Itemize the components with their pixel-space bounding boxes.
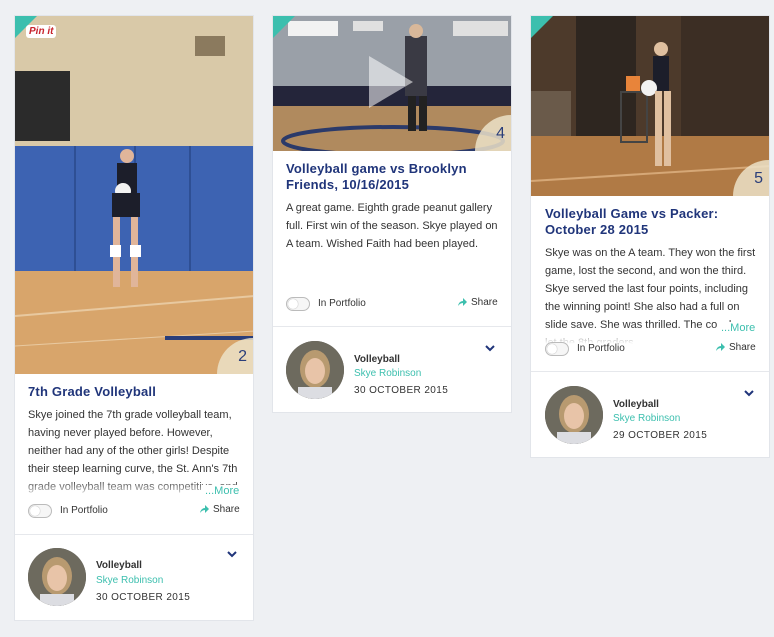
post-title[interactable]: Volleyball Game vs Packer: October 28 20… <box>545 206 760 238</box>
post-author[interactable]: Skye Robinson <box>613 413 680 424</box>
portfolio-label: In Portfolio <box>577 343 625 354</box>
pin-it-button[interactable]: Pin it <box>26 25 57 38</box>
post-date: 30 OCTOBER 2015 <box>96 592 191 603</box>
post-title[interactable]: Volleyball game vs Brooklyn Friends, 10/… <box>286 161 501 193</box>
portfolio-toggle[interactable] <box>545 342 569 356</box>
post-photo[interactable]: 5 <box>531 16 769 196</box>
card-divider <box>15 534 253 535</box>
avatar-image <box>545 386 603 444</box>
share-label: Share <box>471 297 498 308</box>
card-divider <box>531 371 769 372</box>
gym-photo <box>15 16 253 374</box>
avatar[interactable] <box>545 386 603 444</box>
portfolio-toggle[interactable] <box>28 504 52 518</box>
avatar[interactable] <box>28 548 86 606</box>
post-card-1[interactable]: Pin it 2 7th Grade Volleyball Skye joine… <box>14 15 254 621</box>
post-author[interactable]: Skye Robinson <box>96 575 163 586</box>
post-photo[interactable]: Pin it 2 <box>15 16 253 374</box>
play-icon[interactable] <box>361 54 417 110</box>
share-button[interactable]: Share <box>715 342 756 353</box>
portfolio-label: In Portfolio <box>318 298 366 309</box>
more-link[interactable]: ...More <box>717 322 756 334</box>
post-category: Volleyball <box>613 399 659 410</box>
gym-photo <box>531 16 769 196</box>
share-icon <box>458 297 467 306</box>
corner-tag-icon <box>273 16 295 38</box>
share-icon <box>716 342 725 351</box>
post-photo[interactable]: 4 <box>273 16 511 151</box>
post-author[interactable]: Skye Robinson <box>354 368 421 379</box>
post-card-3[interactable]: 5 Volleyball Game vs Packer: October 28 … <box>530 15 770 458</box>
chevron-down-icon[interactable] <box>744 390 754 397</box>
share-icon <box>200 504 209 513</box>
avatar[interactable] <box>286 341 344 399</box>
post-category: Volleyball <box>96 560 142 571</box>
chevron-down-icon[interactable] <box>227 551 237 558</box>
share-label: Share <box>729 342 756 353</box>
share-button[interactable]: Share <box>457 297 498 308</box>
post-card-2[interactable]: 4 Volleyball game vs Brooklyn Friends, 1… <box>272 15 512 413</box>
portfolio-label: In Portfolio <box>60 505 108 516</box>
share-label: Share <box>213 504 240 515</box>
chevron-down-icon[interactable] <box>485 345 495 352</box>
post-body: A great game. Eighth grade peanut galler… <box>286 202 498 250</box>
post-category: Volleyball <box>354 354 400 365</box>
post-title[interactable]: 7th Grade Volleyball <box>28 384 243 400</box>
more-link[interactable]: ...More <box>201 485 240 497</box>
card-divider <box>273 326 511 327</box>
avatar-image <box>28 548 86 606</box>
post-date: 29 OCTOBER 2015 <box>613 430 708 441</box>
portfolio-toggle[interactable] <box>286 297 310 311</box>
post-date: 30 OCTOBER 2015 <box>354 385 449 396</box>
share-button[interactable]: Share <box>199 504 240 515</box>
corner-tag-icon <box>531 16 553 38</box>
avatar-image <box>286 341 344 399</box>
